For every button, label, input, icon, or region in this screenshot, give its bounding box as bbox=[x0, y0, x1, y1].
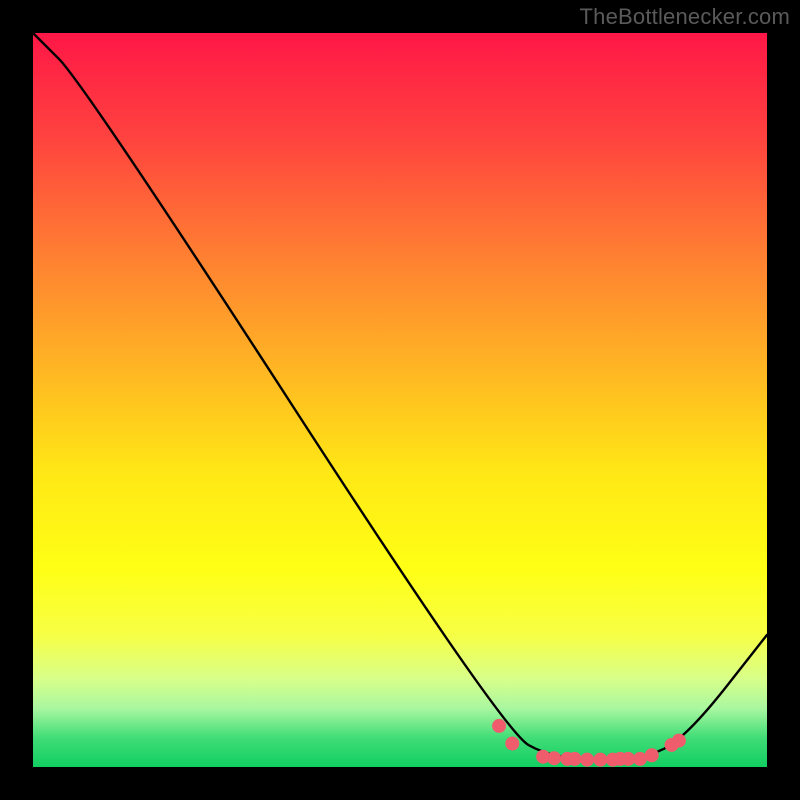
marker-dot bbox=[505, 737, 519, 751]
marker-dot bbox=[568, 752, 582, 766]
chart-svg bbox=[33, 33, 767, 767]
chart-stage: TheBottlenecker.com bbox=[0, 0, 800, 800]
gradient-background bbox=[33, 33, 767, 767]
marker-dot bbox=[645, 748, 659, 762]
attribution-text: TheBottlenecker.com bbox=[580, 4, 790, 30]
marker-dot bbox=[547, 751, 561, 765]
marker-dot bbox=[580, 753, 594, 767]
marker-dot bbox=[593, 753, 607, 767]
plot-area bbox=[33, 33, 767, 767]
marker-dot bbox=[492, 719, 506, 733]
marker-dot bbox=[672, 734, 686, 748]
